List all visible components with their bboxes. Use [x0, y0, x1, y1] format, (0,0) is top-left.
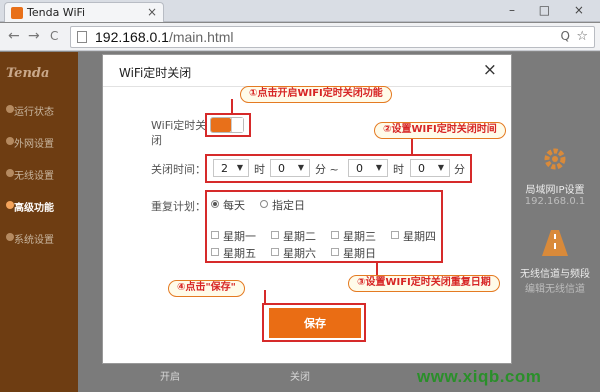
wifi-icon: [6, 169, 14, 177]
callout-step1: ①点击开启WIFI定时关闭功能: [240, 86, 392, 103]
lan-ip-title: 局域网IP设置: [525, 185, 585, 196]
highlight-toggle: [205, 113, 251, 137]
bottom-label-off: 关闭: [290, 372, 310, 383]
sidebar-item-label: 外网设置: [14, 139, 54, 150]
lan-ip-value: 192.168.0.1: [524, 196, 586, 207]
off-time-label: 关闭时间：: [151, 163, 206, 176]
browser-toolbar: ← → C 192.168.0.1/main.html Q ☆: [0, 23, 600, 51]
wifi-channel-sub: 编辑无线信道: [525, 284, 585, 295]
close-icon[interactable]: ×: [483, 60, 497, 80]
reload-icon[interactable]: C: [50, 29, 58, 43]
enable-label: WiFi定时关闭: [151, 119, 207, 147]
sidebar-item-status[interactable]: 运行状态: [0, 98, 78, 122]
sidebar: Tenda 运行状态 外网设置 无线设置 高级功能 系统设置: [0, 52, 78, 392]
address-bar[interactable]: 192.168.0.1/main.html Q ☆: [70, 26, 595, 48]
callout-step2: ②设置WIFI定时关闭时间: [374, 122, 506, 139]
url-text: 192.168.0.1/main.html: [95, 29, 234, 45]
tenda-favicon-icon: [11, 7, 23, 19]
highlight-off-time: [205, 154, 472, 183]
sidebar-item-advanced[interactable]: 高级功能: [0, 194, 78, 218]
window-controls[interactable]: – □ ×: [509, 3, 594, 17]
callout-step3: ③设置WIFI定时关闭重复日期: [348, 275, 500, 292]
lan-gear-icon: [544, 148, 566, 170]
back-icon[interactable]: ←: [8, 28, 20, 44]
dialog-header: WiFi定时关闭 ×: [103, 55, 511, 87]
highlight-repeat: [205, 190, 443, 263]
status-icon: [6, 105, 14, 113]
brand-logo: Tenda: [6, 66, 50, 81]
search-icon[interactable]: Q: [561, 29, 570, 43]
page-icon: [77, 31, 87, 43]
wifi-channel-title: 无线信道与频段: [520, 269, 590, 280]
watermark: www.xiqb.com: [417, 367, 542, 386]
sidebar-item-system[interactable]: 系统设置: [0, 226, 78, 250]
sidebar-item-wan[interactable]: 外网设置: [0, 130, 78, 154]
sidebar-item-label: 无线设置: [14, 171, 54, 182]
sidebar-item-label: 运行状态: [14, 107, 54, 118]
advanced-icon: [6, 201, 14, 209]
connector-step4: [264, 290, 266, 304]
dialog-title: WiFi定时关闭: [119, 66, 192, 80]
gear-icon: [6, 233, 14, 241]
globe-icon: [6, 137, 14, 145]
sidebar-item-label: 系统设置: [14, 235, 54, 246]
callout-step4: ④点击"保存": [168, 280, 245, 297]
wifi-channel-setting[interactable]: 无线信道与频段 编辑无线信道: [515, 228, 595, 295]
repeat-label: 重复计划：: [151, 200, 206, 213]
connector-step2: [411, 138, 413, 155]
bookmark-star-icon[interactable]: ☆: [576, 29, 588, 44]
browser-tab[interactable]: Tenda WiFi ×: [4, 2, 164, 22]
tab-title: Tenda WiFi: [27, 6, 86, 19]
road-icon: [542, 230, 568, 256]
connector-step1: [231, 99, 233, 114]
url-host: 192.168.0.1: [95, 29, 169, 45]
sidebar-item-label: 高级功能: [14, 203, 54, 214]
bottom-label-on: 开启: [160, 372, 180, 383]
url-path: /main.html: [168, 29, 234, 45]
tab-close-icon[interactable]: ×: [147, 5, 157, 19]
lan-ip-setting[interactable]: 局域网IP设置 192.168.0.1: [515, 144, 595, 207]
sidebar-item-wireless[interactable]: 无线设置: [0, 162, 78, 186]
forward-icon[interactable]: →: [28, 28, 40, 44]
browser-tabbar: Tenda WiFi × – □ ×: [0, 0, 600, 22]
connector-step3: [376, 262, 378, 276]
highlight-save: [262, 303, 366, 342]
